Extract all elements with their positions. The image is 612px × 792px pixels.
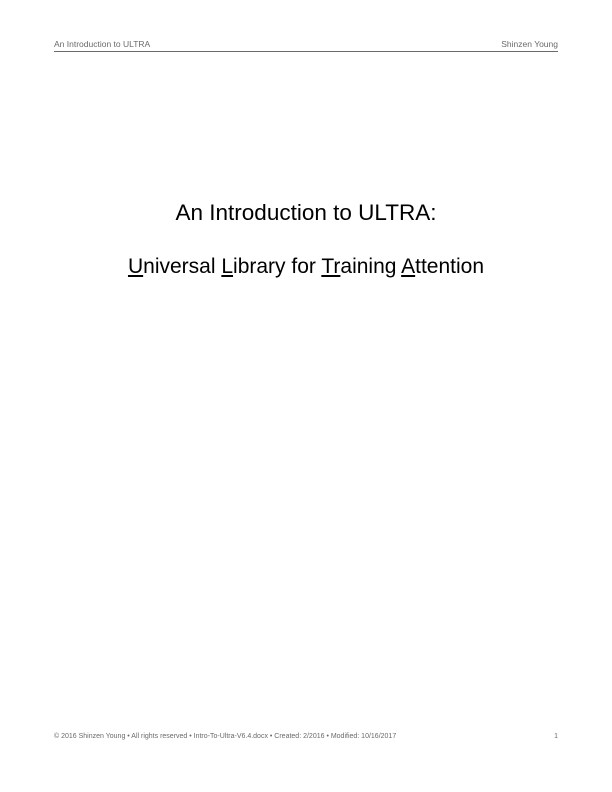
subtitle-letter-l: L [221,255,234,278]
footer-page-number: 1 [554,733,558,740]
subtitle-letter-u: U [127,255,144,278]
subtitle-text-4: ttention [415,255,485,278]
footer-copyright: © 2016 Shinzen Young • All rights reserv… [54,733,397,740]
subtitle-letter-a: A [401,255,416,278]
page-footer: © 2016 Shinzen Young • All rights reserv… [54,733,558,740]
title-subtitle: Universal Library for Training Attention [0,255,612,279]
header-author: Shinzen Young [501,39,558,49]
document-page: An Introduction to ULTRA Shinzen Young A… [0,0,612,792]
subtitle-letters-tr: Tr [321,255,341,278]
subtitle-text-2: ibrary for [233,255,322,278]
header-document-title: An Introduction to ULTRA [54,39,151,49]
page-header: An Introduction to ULTRA Shinzen Young [54,35,558,52]
title-main: An Introduction to ULTRA: [175,200,437,225]
subtitle-text-1: niversal [143,255,222,278]
subtitle-text-3: aining [340,255,402,278]
